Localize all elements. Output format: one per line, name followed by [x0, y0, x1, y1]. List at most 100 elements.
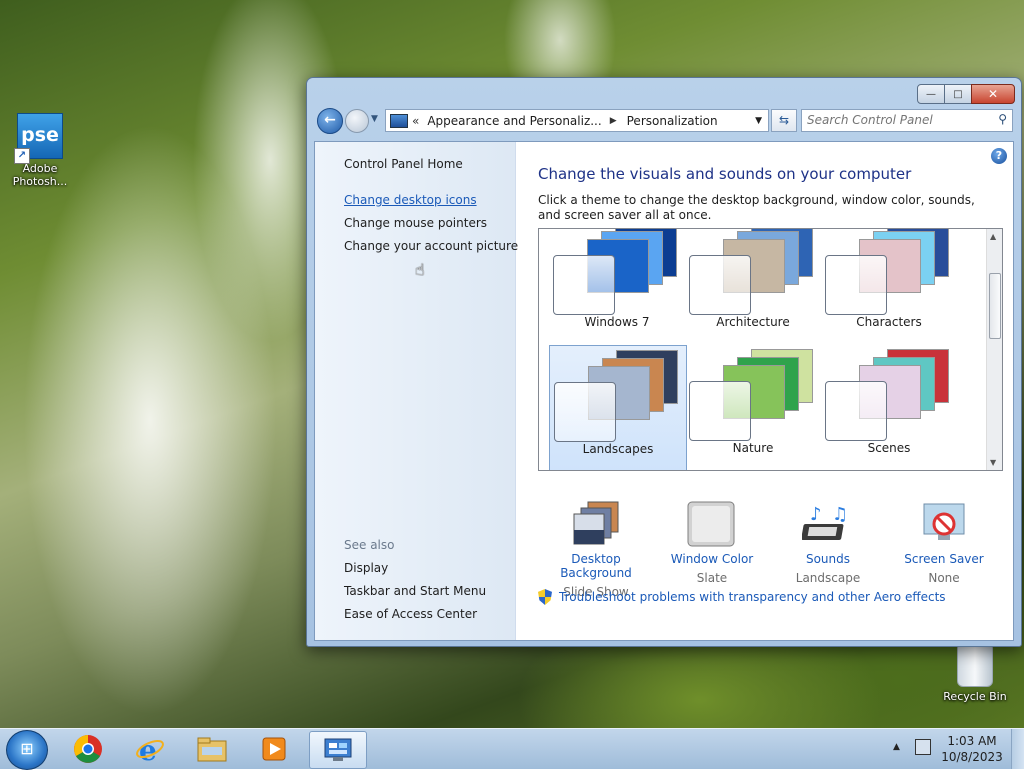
close-button[interactable]: ✕: [971, 84, 1015, 104]
theme-window-color-swatch: [689, 255, 751, 315]
see-also-label: See also: [344, 538, 395, 552]
breadcrumb-appearance[interactable]: Appearance and Personaliz...: [427, 114, 601, 128]
desktop-icon-photoshop[interactable]: pse ↗ Adobe Photosh...: [5, 113, 75, 188]
desktop-icon-recycle-bin[interactable]: Recycle Bin: [940, 645, 1010, 703]
ease-of-access-link[interactable]: Ease of Access Center: [344, 607, 477, 621]
customize-window-color[interactable]: Window Color Slate: [654, 500, 770, 585]
customize-sounds[interactable]: ♪ ♫ Sounds Landscape: [770, 500, 886, 585]
theme-landscapes[interactable]: Landscapes: [549, 345, 687, 470]
customize-value: None: [928, 571, 960, 585]
customize-name[interactable]: Desktop Background: [538, 552, 654, 580]
screen-saver-icon[interactable]: [918, 500, 970, 548]
theme-architecture[interactable]: Architecture: [685, 229, 821, 343]
navigation-bar: ← ▼ « Appearance and Personaliz... ▶ Per…: [315, 108, 1013, 134]
photoshop-icon: pse ↗: [14, 113, 63, 164]
chrome-icon: [74, 735, 102, 763]
internet-explorer-icon: e: [136, 734, 164, 764]
customize-name[interactable]: Window Color: [654, 552, 770, 566]
theme-windows-7[interactable]: Windows 7: [549, 229, 685, 343]
forward-button[interactable]: [345, 109, 369, 133]
theme-gallery[interactable]: Windows 7 Architecture Characters Landscape…: [538, 228, 1003, 471]
control-panel-icon: [324, 738, 352, 761]
left-pane: Control Panel Home Change desktop icons …: [315, 142, 518, 640]
uac-shield-icon: [538, 589, 552, 605]
recycle-bin-icon: [957, 645, 993, 687]
theme-label: Nature: [732, 441, 774, 455]
desktop-icon-label: Adobe Photosh...: [12, 162, 68, 188]
taskbar: ⊞ e ▲ 1:03 AM 10/8/2023: [0, 728, 1024, 770]
scroll-thumb[interactable]: [989, 273, 1001, 339]
taskbar-media-player[interactable]: [249, 731, 299, 767]
scroll-up-icon[interactable]: ▲: [990, 232, 996, 241]
sounds-icon[interactable]: ♪ ♫: [801, 500, 854, 548]
theme-nature[interactable]: Nature: [685, 345, 821, 469]
recent-pages-button[interactable]: ▼: [371, 114, 378, 124]
svg-text:♫: ♫: [832, 504, 848, 525]
theme-label: Characters: [856, 315, 922, 329]
clock[interactable]: 1:03 AM 10/8/2023: [940, 733, 1004, 765]
shortcut-arrow-icon: ↗: [14, 148, 30, 164]
search-box[interactable]: ⚲: [801, 109, 1013, 132]
personalization-window: — □ ✕ ← ▼ « Appearance and Personaliz...…: [306, 77, 1022, 647]
breadcrumb-personalization[interactable]: Personalization: [627, 114, 718, 128]
theme-scenes[interactable]: Scenes: [821, 345, 957, 469]
file-explorer-icon: [197, 737, 227, 762]
svg-text:e: e: [139, 734, 157, 764]
address-dropdown-icon[interactable]: ▼: [755, 116, 762, 126]
back-arrow-icon: ←: [324, 112, 336, 128]
network-icon[interactable]: [915, 739, 931, 755]
show-desktop-button[interactable]: [1011, 729, 1024, 769]
desktop-background-icon[interactable]: [570, 500, 622, 548]
page-title: Change the visuals and sounds on your co…: [538, 165, 912, 183]
control-panel-home-link[interactable]: Control Panel Home: [344, 157, 463, 171]
customize-name[interactable]: Sounds: [770, 552, 886, 566]
display-link[interactable]: Display: [344, 561, 388, 575]
theme-window-color-swatch: [554, 382, 616, 442]
minimize-button[interactable]: —: [917, 84, 945, 104]
theme-label: Scenes: [867, 441, 911, 455]
customize-desktop-background[interactable]: Desktop Background Slide Show: [538, 500, 654, 599]
customize-row: Desktop Background Slide Show Window Color…: [538, 500, 1008, 599]
media-player-icon: [262, 737, 286, 761]
theme-characters[interactable]: Characters: [821, 229, 957, 343]
address-overflow-chevron[interactable]: «: [412, 114, 419, 128]
maximize-button[interactable]: □: [944, 84, 972, 104]
window-color-icon[interactable]: [686, 500, 738, 548]
back-button[interactable]: ←: [317, 108, 343, 134]
change-account-picture-link[interactable]: Change your account picture: [344, 239, 518, 253]
theme-gallery-scrollbar[interactable]: ▲ ▼: [986, 229, 1002, 470]
page-description: Click a theme to change the desktop back…: [538, 193, 975, 222]
taskbar-chrome[interactable]: [63, 731, 113, 767]
customize-screen-saver[interactable]: Screen Saver None: [886, 500, 1002, 585]
clock-date: 10/8/2023: [941, 750, 1003, 764]
refresh-button[interactable]: ⇆: [771, 109, 797, 132]
theme-window-color-swatch: [825, 255, 887, 315]
taskbar-start-menu-link[interactable]: Taskbar and Start Menu: [344, 584, 486, 598]
change-mouse-pointers-link[interactable]: Change mouse pointers: [344, 216, 487, 230]
customize-value: Landscape: [795, 571, 861, 585]
troubleshoot-text[interactable]: Troubleshoot problems with transparency …: [559, 590, 946, 604]
troubleshoot-link[interactable]: Troubleshoot problems with transparency …: [538, 589, 946, 605]
photoshop-badge-text: pse: [21, 124, 59, 146]
search-input[interactable]: [807, 110, 987, 129]
scroll-down-icon[interactable]: ▼: [990, 458, 996, 467]
search-icon[interactable]: ⚲: [998, 112, 1007, 126]
taskbar-control-panel[interactable]: [309, 731, 367, 769]
window-controls: — □ ✕: [917, 84, 1015, 104]
start-button[interactable]: ⊞: [6, 730, 48, 770]
show-hidden-icons-button[interactable]: ▲: [893, 742, 900, 752]
refresh-icon: ⇆: [778, 113, 790, 127]
customize-name[interactable]: Screen Saver: [886, 552, 1002, 566]
svg-text:♪: ♪: [810, 504, 822, 525]
breadcrumb-separator-icon[interactable]: ▶: [610, 116, 617, 126]
address-bar[interactable]: « Appearance and Personaliz... ▶ Persona…: [385, 109, 769, 132]
change-desktop-icons-link[interactable]: Change desktop icons: [344, 193, 477, 207]
help-icon[interactable]: ?: [991, 148, 1007, 164]
theme-window-color-swatch: [825, 381, 887, 441]
taskbar-file-explorer[interactable]: [187, 731, 237, 767]
theme-window-color-swatch: [689, 381, 751, 441]
windows-logo-icon: ⊞: [20, 739, 34, 758]
window-content: Control Panel Home Change desktop icons …: [314, 141, 1014, 641]
taskbar-internet-explorer[interactable]: e: [125, 731, 175, 767]
theme-label: Landscapes: [582, 442, 654, 456]
